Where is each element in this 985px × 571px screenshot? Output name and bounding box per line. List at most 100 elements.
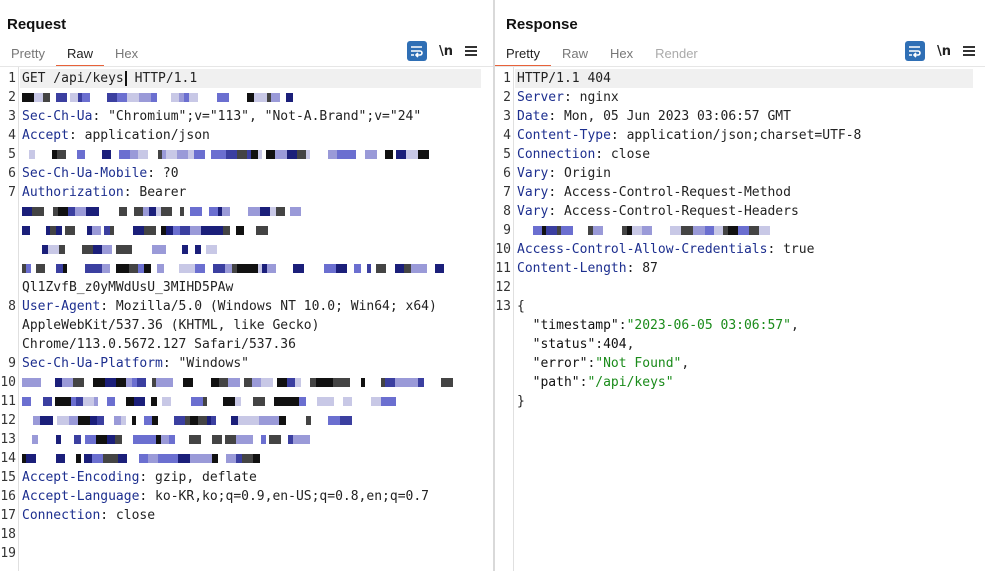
response-tab-pretty[interactable]: Pretty [495,45,551,67]
redacted-block [219,378,228,387]
redacted-block [161,435,169,444]
header-value: close [108,508,156,523]
redacted-block [75,207,86,216]
redacted-block [110,226,114,235]
redacted-block [381,397,388,406]
line-content: { [517,299,525,314]
request-editor[interactable]: 1 GET /api/keys HTTP/1.1 2 3 Sec-Ch-Ua: "Chr… [0,67,493,571]
redacted-block [260,93,267,102]
redacted-block [93,245,102,254]
redacted-block [77,150,85,159]
json-punctuation: : [595,337,604,352]
newline-toggle-button[interactable]: \n [935,44,953,59]
response-tab-hex[interactable]: Hex [599,45,644,65]
redacted-block [201,454,212,463]
redacted-block [77,378,84,387]
line-content [22,202,301,221]
response-editor[interactable]: 1 HTTP/1.1 404 2 Server: nginx 3 Date: Mon, 0… [495,67,985,571]
menu-icon[interactable] [963,45,977,57]
line-content [517,221,770,240]
redacted-block [144,416,152,425]
request-tab-pretty[interactable]: Pretty [0,45,56,65]
redacted-block [299,435,310,444]
redacted-block [231,416,238,425]
redacted-block [134,207,143,216]
redacted-block [157,264,164,273]
response-line: 6 Vary: Origin [495,164,985,183]
redacted-block [367,264,371,273]
line-number: 6 [8,166,16,181]
line-content: Vary: Origin [517,166,611,181]
response-tab-render[interactable]: Render [644,45,709,65]
request-line: 8 User-Agent: Mozilla/5.0 (Windows NT 10.… [0,297,493,316]
header-value: true [775,242,815,257]
header-name: Connection [22,508,101,523]
redacted-block [74,435,81,444]
redacted-block [102,245,112,254]
redacted-block [418,378,424,387]
redacted-block [117,93,127,102]
redacted-block [404,264,411,273]
redacted-block [409,378,418,387]
request-line: 10 [0,373,493,392]
redacted-block [168,454,178,463]
redacted-block [236,226,244,235]
newline-toggle-button[interactable]: \n [437,44,455,59]
line-content: Sec-Ch-Ua-Mobile: ?0 [22,166,179,181]
redacted-block [144,264,151,273]
header-value: Bearer [131,185,187,200]
line-content: Date: Mon, 05 Jun 2023 03:06:57 GMT [517,109,791,124]
redacted-block [33,378,41,387]
json-key: "path" [532,375,580,390]
line-number: 4 [8,128,16,143]
line-number: 16 [0,489,16,504]
line-number: 15 [0,470,16,485]
redacted-block [211,150,221,159]
redacted-block [133,435,145,444]
redacted-block [96,435,107,444]
response-tab-raw[interactable]: Raw [551,45,599,65]
redacted-block [225,435,236,444]
line-content [22,240,217,259]
redacted-block [322,397,334,406]
request-line [0,202,493,221]
redacted-block [56,93,67,102]
redacted-block [82,93,90,102]
request-tab-hex[interactable]: Hex [104,45,149,65]
redacted-block [125,245,132,254]
redacted-block [57,150,66,159]
line-content [22,430,310,449]
redacted-block [295,378,301,387]
redacted-block [82,245,93,254]
header-name: Vary [517,185,549,200]
menu-icon[interactable] [465,45,479,57]
redacted-block [133,226,144,235]
json-punctuation [517,318,533,333]
json-punctuation: , [790,318,799,333]
word-wrap-icon[interactable] [905,41,925,61]
redacted-block [247,264,258,273]
redacted-block [259,416,267,425]
request-line: AppleWebKit/537.36 (KHTML, like Gecko) [0,316,493,335]
request-line: 5 [0,145,493,164]
redacted-block [183,378,193,387]
line-content: "path":"/api/keys" [517,373,674,392]
line-content: "error":"Not Found", [517,354,690,373]
request-tab-raw[interactable]: Raw [55,45,104,67]
header-name: Authorization [22,185,124,200]
redacted-block [130,150,138,159]
line-number: 4 [503,128,511,143]
redacted-block [546,226,557,235]
line-number: 5 [8,147,16,162]
response-line: 12 [495,278,985,297]
redacted-block [105,378,116,387]
redacted-block [137,378,146,387]
redacted-block [32,435,38,444]
redacted-block [328,150,337,159]
line-content [22,411,352,430]
line-content [22,259,444,278]
word-wrap-icon[interactable] [407,41,427,61]
line-number: 10 [495,242,511,257]
redacted-block [162,397,171,406]
header-name: Connection [517,147,596,162]
